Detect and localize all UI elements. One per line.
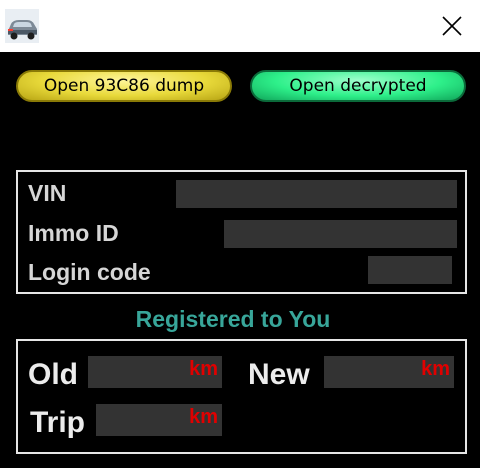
new-label: New [248, 358, 310, 391]
car-icon [5, 9, 39, 43]
registration-status: Registered to You [135, 306, 331, 332]
title-bar [0, 0, 480, 52]
app-window: Open 93C86 dump Open decrypted VIN Immo … [0, 0, 480, 468]
trip-km-unit: km [189, 406, 218, 428]
login-code-field[interactable] [368, 256, 452, 284]
vin-field[interactable] [176, 180, 457, 208]
close-button[interactable] [430, 6, 474, 46]
open-dump-button-label: Open 93C86 dump [43, 76, 205, 96]
login-code-label: Login code [28, 259, 151, 285]
odometer-panel: Old km New km Trip km [16, 339, 467, 454]
immo-id-label: Immo ID [28, 220, 119, 246]
old-label: Old [28, 358, 78, 391]
old-km-unit: km [189, 358, 218, 380]
vin-label: VIN [28, 180, 67, 206]
immo-id-field[interactable] [224, 220, 457, 248]
new-km-unit: km [421, 358, 450, 380]
open-dump-button[interactable]: Open 93C86 dump [16, 70, 232, 102]
old-km-field[interactable]: km [88, 356, 222, 388]
close-icon [442, 16, 462, 36]
open-decrypted-button-label: Open decrypted [289, 76, 427, 96]
trip-label: Trip [30, 406, 86, 439]
open-decrypted-button[interactable]: Open decrypted [250, 70, 466, 102]
trip-km-field[interactable]: km [96, 404, 222, 436]
new-km-field[interactable]: km [324, 356, 454, 388]
vehicle-info-panel: VIN Immo ID Login code [16, 170, 467, 294]
